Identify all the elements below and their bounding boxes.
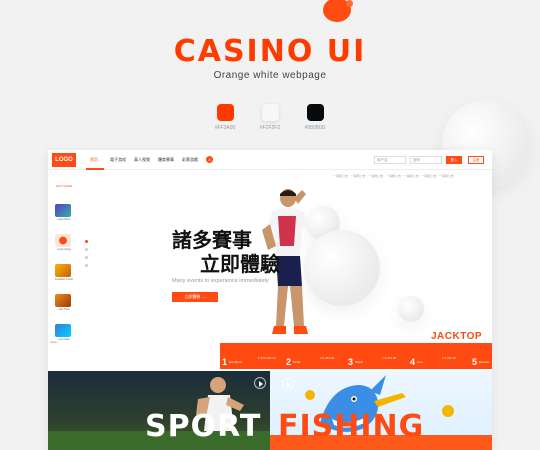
jackpot-amount: ¥ 6,315.00	[442, 356, 457, 360]
jackpot-rank: 3	[348, 357, 354, 367]
brand-subtitle: Orange white webpage	[213, 70, 327, 81]
color-swatch-label: #F2F2F2	[259, 125, 281, 131]
carousel-dot[interactable]	[85, 256, 88, 259]
color-swatch-white	[262, 104, 279, 121]
carousel-dot[interactable]	[85, 264, 88, 267]
sport-heading: SPORT	[145, 409, 262, 444]
game-label: Jazz Slots	[58, 308, 70, 311]
hero-title: 諸多賽事 立即體驗	[172, 228, 280, 276]
game-thumb[interactable]	[55, 324, 71, 337]
color-swatch-label: #FF3A00	[214, 125, 236, 131]
jackpot-item[interactable]: 3 Shark	[348, 352, 363, 370]
nav-item-live-video[interactable]: 真人视频	[134, 157, 150, 163]
fishing-heading: FISHING	[278, 409, 425, 444]
jackpot-item[interactable]: 1 Hot Shots	[222, 352, 242, 370]
jackpot-rank: 4	[410, 357, 416, 367]
nav-active-indicator	[86, 168, 104, 170]
jackpot-rank: 1	[222, 357, 228, 367]
jackpot-game: Hot Shots	[229, 360, 243, 364]
jackpot-label: JACKTOP	[431, 331, 483, 342]
decorative-orange-dot	[346, 0, 353, 7]
login-button[interactable]: 登入	[446, 156, 462, 164]
carousel-dot[interactable]	[85, 248, 88, 251]
jackpot-rank: 5	[472, 357, 478, 367]
game-thumb[interactable]	[55, 264, 71, 277]
sidebar-more-link[interactable]: more ›	[50, 340, 59, 344]
logo[interactable]: LOGO	[52, 153, 76, 167]
register-button[interactable]: 注册	[468, 156, 484, 164]
experience-now-button[interactable]: 立即體驗 →	[172, 292, 218, 302]
jackpot-item[interactable]: 5 Buccan	[472, 352, 489, 370]
game-label: Lucky Forge	[57, 248, 71, 251]
notification-badge[interactable]: 4	[206, 156, 213, 163]
jackpot-game: Tomb	[293, 360, 301, 364]
jackpot-item[interactable]: 4 Lion	[410, 352, 423, 370]
jackpot-amount: ¥ 335,362.00	[258, 356, 276, 360]
password-input[interactable]: 密码	[410, 156, 442, 164]
jackpot-item[interactable]: 2 Tomb	[286, 352, 300, 370]
color-swatch-orange	[217, 104, 234, 121]
announcement-ticker: 一等獎公告 · 一等獎公告 · 一等獎公告 · 一等獎公告 · 一等獎公告 · …	[333, 174, 454, 178]
nav-item-sports[interactable]: 體育賽事	[158, 157, 174, 163]
hot-games-sidebar: HOT GAME Leprechaun Lucky Forge Fantasti…	[54, 180, 74, 348]
nav-item-lottery[interactable]: 彩票游戲	[182, 157, 198, 163]
hero-title-line2: 立即體驗	[200, 252, 280, 276]
game-thumb[interactable]	[55, 204, 71, 217]
webpage-mockup: LOGO 首页 電子游戏 真人视频 體育賽事 彩票游戲 4 用户名 密码 登入 …	[48, 150, 492, 450]
jackpot-amount: ¥ 6,263.00	[382, 356, 397, 360]
nav-item-electronic-games[interactable]: 電子游戏	[110, 157, 126, 163]
brand-title: CASINO UI	[173, 34, 367, 69]
top-nav: LOGO 首页 電子游戏 真人视频 體育賽事 彩票游戲 4 用户名 密码 登入 …	[48, 150, 492, 170]
carousel-dot[interactable]	[85, 240, 88, 243]
jackpot-game: Shark	[355, 360, 363, 364]
jackpot-amount: ¥ 6,453.00	[320, 356, 335, 360]
hot-game-label: HOT GAME	[56, 184, 72, 188]
game-thumb[interactable]	[55, 294, 71, 307]
jackpot-game: Buccan	[479, 360, 490, 364]
carousel-dots	[85, 240, 88, 272]
jackpot-bar: 1 Hot Shots ¥ 335,362.00 2 Tomb ¥ 6,453.00…	[220, 343, 492, 369]
decorative-bubble	[398, 296, 424, 322]
hero-subtitle: Many events to experience immediately	[172, 278, 269, 284]
game-thumb[interactable]	[55, 234, 71, 247]
hero-title-line1: 諸多賽事	[172, 228, 252, 252]
play-video-icon[interactable]	[254, 377, 266, 389]
game-label: Leprechaun	[57, 218, 71, 221]
jackpot-rank: 2	[286, 357, 292, 367]
nav-item-home[interactable]: 首页	[90, 157, 98, 163]
color-swatch-black	[307, 104, 324, 121]
jackpot-game: Lion	[417, 360, 423, 364]
color-swatch-label: #080B0D	[304, 125, 326, 131]
game-label: Fantastic Forest	[55, 278, 73, 281]
username-input[interactable]: 用户名	[374, 156, 406, 164]
play-video-icon[interactable]	[282, 378, 294, 390]
